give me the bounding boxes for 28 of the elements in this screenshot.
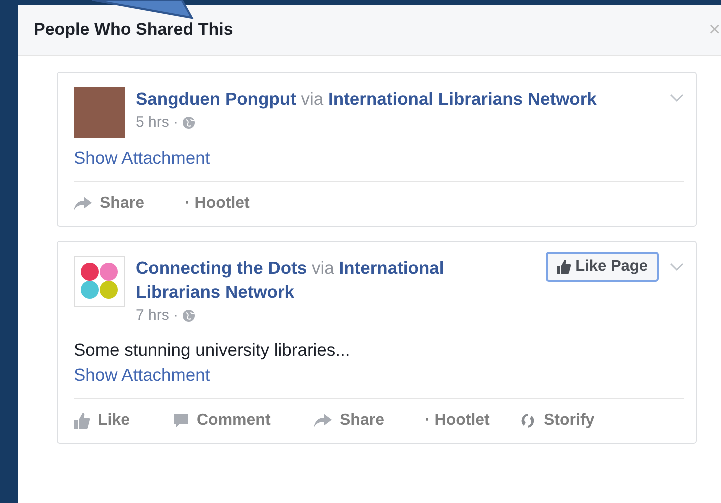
globe-icon [182, 310, 195, 322]
storify-action[interactable]: Storify [520, 412, 600, 430]
post-heading[interactable]: Connecting the Dots via International Librarians Network [136, 256, 475, 304]
like-page-button[interactable]: Like Page [546, 252, 659, 282]
post-text: Some stunning university libraries... [74, 340, 352, 361]
thumbs-up-icon [74, 413, 90, 429]
like-action[interactable]: Like [74, 412, 173, 430]
share-arrow-icon [314, 414, 332, 428]
photo-placeholder [74, 87, 125, 138]
four-circles-logo-icon [74, 256, 125, 307]
post-time: 5 hrs · [136, 114, 179, 131]
post-heading[interactable]: Sangduen Pongput via International Librarians Network [136, 87, 659, 111]
chevron-down-icon[interactable] [670, 93, 684, 103]
share-action[interactable]: Share [74, 195, 185, 213]
hootlet-action[interactable]: · Hootlet [425, 412, 520, 430]
swirl-icon [520, 413, 536, 429]
comment-action[interactable]: Comment [173, 412, 314, 430]
show-attachment-link[interactable]: Show Attachment [74, 148, 210, 169]
globe-icon [182, 116, 195, 128]
show-attachment-link[interactable]: Show Attachment [74, 365, 210, 386]
hootlet-action[interactable]: · Hootlet [185, 195, 280, 213]
share-arrow-icon [74, 197, 92, 211]
speech-bubble-icon [173, 413, 189, 429]
thumbs-up-icon [556, 260, 571, 274]
chevron-down-icon[interactable] [670, 262, 684, 272]
share-action[interactable]: Share [314, 412, 425, 430]
post-time: 7 hrs · [136, 307, 179, 324]
dialog-title: People Who Shared This [34, 20, 234, 40]
